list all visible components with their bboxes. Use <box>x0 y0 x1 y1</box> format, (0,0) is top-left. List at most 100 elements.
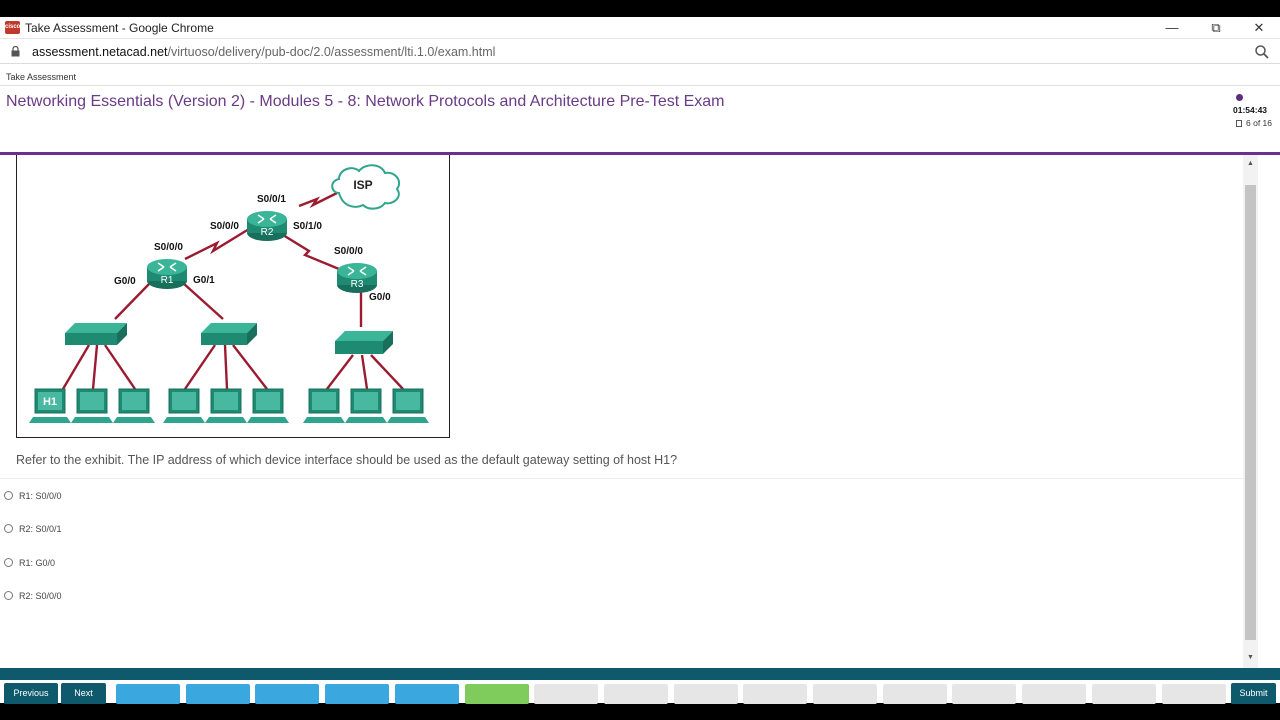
h1-label: H1 <box>43 396 57 408</box>
browser-window: cisco Take Assessment - Google Chrome — … <box>0 17 1280 704</box>
url-path: /virtuoso/delivery/pub-doc/2.0/assessmen… <box>167 45 496 59</box>
r1-label: R1 <box>161 275 174 286</box>
question-progress: 6 of 16 <box>1236 118 1272 128</box>
submit-button[interactable]: Submit <box>1231 683 1276 704</box>
radio-button[interactable] <box>4 524 13 533</box>
time-remaining: 01:54:43 <box>1233 105 1268 115</box>
radio-button[interactable] <box>4 491 13 500</box>
address-bar[interactable]: assessment.netacad.net/virtuoso/delivery… <box>0 40 1280 64</box>
scroll-down-arrow-icon[interactable]: ▼ <box>1243 651 1258 665</box>
url-host: assessment.netacad.net <box>32 45 168 59</box>
pc-icon <box>163 388 205 423</box>
pc-icon <box>113 388 155 423</box>
pc-icon <box>345 388 387 423</box>
option-label: R1: S0/0/0 <box>19 491 62 501</box>
switch-1-icon <box>65 323 127 345</box>
r1-s000-label: S0/0/0 <box>154 242 183 253</box>
link-r1-r2 <box>184 227 250 261</box>
answer-option-2[interactable]: R2: S0/0/1 <box>4 524 62 534</box>
radio-button[interactable] <box>4 591 13 600</box>
question-tab-10[interactable] <box>743 684 808 704</box>
url-text[interactable]: assessment.netacad.net/virtuoso/delivery… <box>32 45 495 59</box>
answer-option-4[interactable]: R2: S0/0/0 <box>4 591 62 601</box>
link-r2-isp <box>298 191 338 209</box>
switch-3-icon <box>335 331 393 354</box>
question-tab-13[interactable] <box>952 684 1017 704</box>
router-r1-icon: R1 <box>147 259 187 289</box>
r3-s000-label: S0/0/0 <box>334 246 363 257</box>
question-tab-1[interactable] <box>116 684 180 704</box>
scroll-up-arrow-icon[interactable]: ▲ <box>1243 157 1258 171</box>
option-label: R2: S0/0/0 <box>19 591 62 601</box>
minimize-button[interactable]: — <box>1150 17 1194 39</box>
link-r1-sw2 <box>182 282 224 320</box>
breadcrumb: Take Assessment <box>6 72 77 82</box>
footer-band <box>0 668 1280 680</box>
pc-icons: H1 <box>29 388 429 423</box>
question-tab-4[interactable] <box>325 684 390 704</box>
radio-button[interactable] <box>4 558 13 567</box>
pc-icon <box>387 388 429 423</box>
window-title: Take Assessment - Google Chrome <box>25 21 214 35</box>
link-r2-r3 <box>282 233 340 271</box>
question-tab-6[interactable] <box>464 684 529 704</box>
router-r2-icon: R2 <box>247 211 287 241</box>
r2-s010-label: S0/1/0 <box>293 221 322 232</box>
link-r1-sw1 <box>114 282 151 320</box>
breadcrumb-divider <box>0 85 1280 86</box>
pc-icon <box>247 388 289 423</box>
isp-label: ISP <box>353 178 372 192</box>
pc-icon <box>303 388 345 423</box>
r1-g01-label: G0/1 <box>193 275 215 286</box>
question-tab-11[interactable] <box>813 684 877 704</box>
question-content: ISP R2 R1 R3 H1 S0/0/1 S0/0/0 S0/1/0 S0/… <box>0 155 1243 668</box>
question-tab-15[interactable] <box>1091 684 1156 704</box>
pc-icon <box>205 388 247 423</box>
screen: cisco Take Assessment - Google Chrome — … <box>0 0 1280 720</box>
lock-icon <box>11 46 20 57</box>
pc-icon <box>71 388 113 423</box>
previous-button[interactable]: Previous <box>4 683 58 704</box>
option-label: R2: S0/0/1 <box>19 524 62 534</box>
r1-g00-label: G0/0 <box>114 276 136 287</box>
cisco-favicon-icon: cisco <box>5 21 20 34</box>
r2-s000-label: S0/0/0 <box>210 221 239 232</box>
r3-g00-label: G0/0 <box>369 292 391 303</box>
answer-option-3[interactable]: R1: G0/0 <box>4 558 55 568</box>
question-tab-8[interactable] <box>603 684 668 704</box>
scroll-thumb[interactable] <box>1245 185 1256 640</box>
question-tab-2[interactable] <box>185 684 250 704</box>
r2-s001-label: S0/0/1 <box>257 194 286 205</box>
progress-text: 6 of 16 <box>1246 118 1272 128</box>
vertical-scrollbar[interactable]: ▲ ▼ <box>1243 155 1258 668</box>
timer-icon <box>1236 94 1243 101</box>
search-zoom-icon[interactable] <box>1254 44 1270 60</box>
question-tab-14[interactable] <box>1022 684 1087 704</box>
document-icon <box>1236 120 1242 127</box>
question-tab-12[interactable] <box>882 684 947 704</box>
question-navigation: Previous Next Submit <box>0 680 1280 704</box>
restore-button[interactable]: ⧉ <box>1194 17 1238 39</box>
assessment-page: Take Assessment Networking Essentials (V… <box>0 65 1280 704</box>
question-divider <box>0 478 1243 479</box>
close-button[interactable]: ✕ <box>1237 17 1280 39</box>
pc-h1-icon: H1 <box>29 388 71 423</box>
question-tab-16[interactable] <box>1161 684 1226 704</box>
question-text: Refer to the exhibit. The IP address of … <box>16 453 678 467</box>
network-exhibit: ISP R2 R1 R3 H1 S0/0/1 S0/0/0 S0/1/0 S0/… <box>16 155 450 438</box>
option-label: R1: G0/0 <box>19 558 56 568</box>
question-tab-5[interactable] <box>394 684 459 704</box>
exam-title: Networking Essentials (Version 2) - Modu… <box>6 93 725 110</box>
r3-label: R3 <box>351 279 364 290</box>
isp-cloud: ISP <box>331 164 401 210</box>
question-tab-9[interactable] <box>673 684 738 704</box>
next-button[interactable]: Next <box>61 683 106 704</box>
title-bar: cisco Take Assessment - Google Chrome — … <box>0 17 1280 39</box>
router-r3-icon: R3 <box>337 263 377 293</box>
r2-label: R2 <box>261 227 274 238</box>
question-tab-7[interactable] <box>534 684 599 704</box>
answer-option-1[interactable]: R1: S0/0/0 <box>4 491 62 501</box>
switch-2-icon <box>201 323 257 345</box>
question-tab-3[interactable] <box>255 684 320 704</box>
topology-diagram: ISP R2 R1 R3 H1 S0/0/1 S0/0/0 S0/1/0 S0/… <box>29 164 429 423</box>
